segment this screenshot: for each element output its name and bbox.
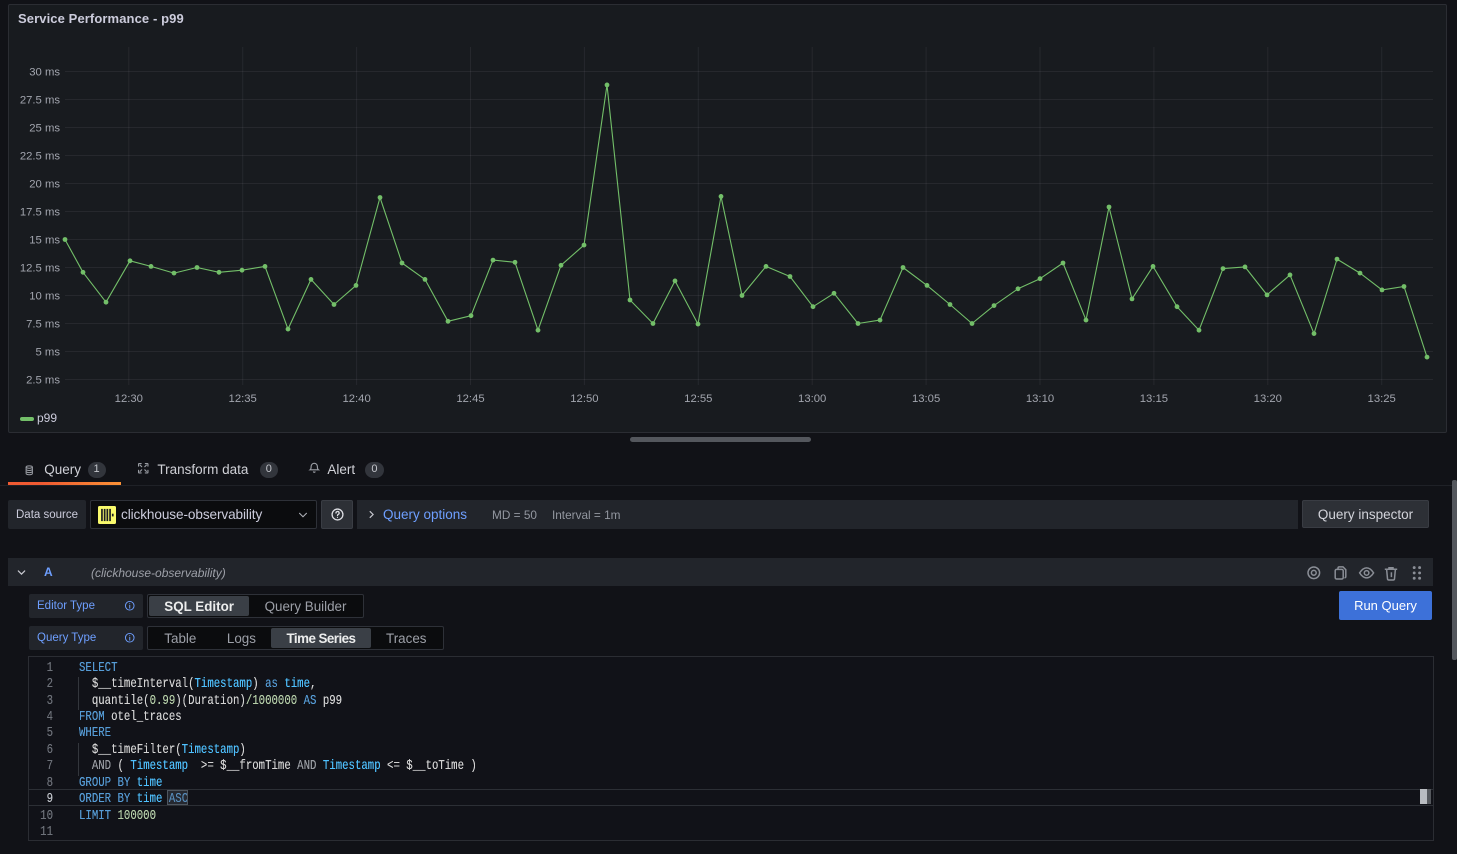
svg-text:22.5 ms: 22.5 ms <box>20 151 61 163</box>
svg-text:27.5 ms: 27.5 ms <box>20 95 61 107</box>
svg-text:12:35: 12:35 <box>229 393 257 405</box>
svg-text:12.5 ms: 12.5 ms <box>20 263 61 275</box>
svg-text:13:10: 13:10 <box>1026 393 1054 405</box>
svg-text:13:25: 13:25 <box>1368 393 1396 405</box>
svg-text:15 ms: 15 ms <box>29 235 60 247</box>
svg-text:12:30: 12:30 <box>115 393 143 405</box>
svg-text:2.5 ms: 2.5 ms <box>26 375 60 387</box>
svg-text:17.5 ms: 17.5 ms <box>20 207 61 219</box>
svg-text:12:55: 12:55 <box>684 393 712 405</box>
svg-text:5 ms: 5 ms <box>36 347 61 359</box>
svg-text:30 ms: 30 ms <box>29 67 60 79</box>
svg-text:12:45: 12:45 <box>456 393 484 405</box>
svg-text:10 ms: 10 ms <box>29 291 60 303</box>
svg-text:12:40: 12:40 <box>342 393 370 405</box>
svg-text:7.5 ms: 7.5 ms <box>26 319 60 331</box>
svg-text:13:00: 13:00 <box>798 393 826 405</box>
svg-text:12:50: 12:50 <box>570 393 598 405</box>
svg-text:13:20: 13:20 <box>1254 393 1282 405</box>
svg-text:13:05: 13:05 <box>912 393 940 405</box>
svg-text:20 ms: 20 ms <box>29 179 60 191</box>
svg-text:25 ms: 25 ms <box>29 123 60 135</box>
svg-text:13:15: 13:15 <box>1140 393 1168 405</box>
